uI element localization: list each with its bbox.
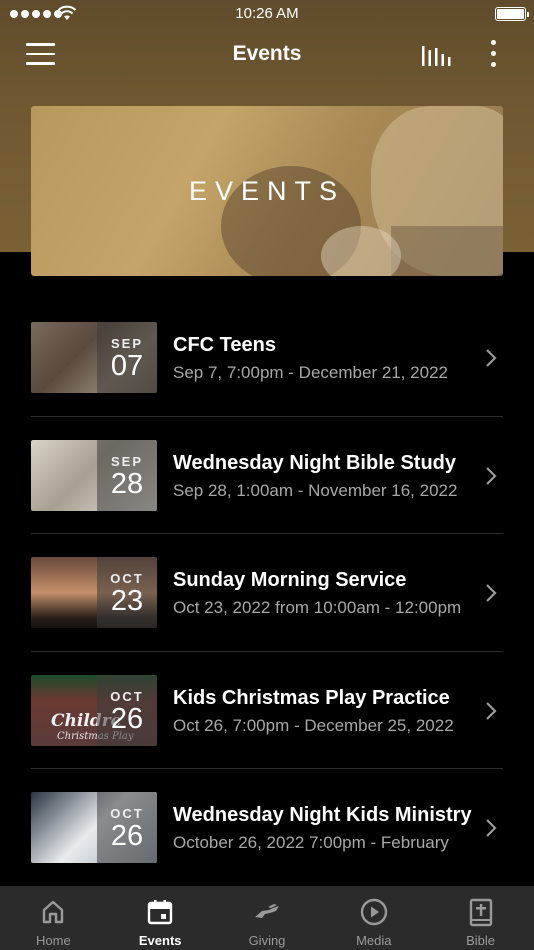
event-thumbnail: Childre Christmas Play OCT 26 xyxy=(31,674,157,746)
tab-bar: Home Events Giving Media Bible xyxy=(0,886,534,950)
tab-bible[interactable]: Bible xyxy=(427,886,534,950)
event-subtitle: Oct 26, 7:00pm - December 25, 2022 xyxy=(173,715,454,735)
tab-label: Bible xyxy=(466,933,496,948)
tab-home[interactable]: Home xyxy=(0,886,107,950)
tab-giving[interactable]: Giving xyxy=(214,886,321,950)
status-bar: 10:26 AM xyxy=(0,0,534,28)
event-day: 26 xyxy=(110,820,144,852)
event-row[interactable]: SEP 28 Wednesday Night Bible Study Sep 2… xyxy=(31,417,503,534)
tab-label: Giving xyxy=(248,933,286,948)
event-list: SEP 07 CFC Teens Sep 7, 7:00pm - Decembe… xyxy=(31,299,503,887)
date-badge: OCT 26 xyxy=(97,792,157,863)
event-day: 23 xyxy=(110,585,144,617)
bible-icon xyxy=(469,898,492,927)
chevron-right-icon xyxy=(486,701,497,720)
date-badge: SEP 07 xyxy=(97,322,157,393)
event-month: SEP xyxy=(110,336,143,351)
banner-title: EVENTS xyxy=(188,176,346,206)
event-row[interactable]: OCT 26 Wednesday Night Kids Ministry Oct… xyxy=(31,769,503,887)
play-circle-icon xyxy=(360,898,387,926)
event-title: Kids Christmas Play Practice xyxy=(173,686,450,709)
events-banner: EVENTS xyxy=(31,106,503,276)
chevron-right-icon xyxy=(486,819,497,837)
event-subtitle: Oct 23, 2022 from 10:00am - 12:00pm xyxy=(173,598,462,617)
event-row[interactable]: OCT 23 Sunday Morning Service Oct 23, 20… xyxy=(31,534,503,652)
status-time: 10:26 AM xyxy=(235,5,299,22)
giving-hand-icon xyxy=(254,904,279,918)
date-badge: SEP 28 xyxy=(97,439,157,511)
event-month: SEP xyxy=(110,453,143,469)
date-badge: OCT 26 xyxy=(97,674,157,746)
event-title: Wednesday Night Bible Study xyxy=(173,451,456,474)
event-thumbnail: OCT 26 xyxy=(31,792,157,863)
event-subtitle: Sep 7, 7:00pm - December 21, 2022 xyxy=(173,363,448,382)
chevron-right-icon xyxy=(486,466,497,485)
event-row[interactable]: SEP 07 CFC Teens Sep 7, 7:00pm - Decembe… xyxy=(31,299,503,417)
event-month: OCT xyxy=(110,571,144,586)
home-icon xyxy=(43,900,64,924)
page-title: Events xyxy=(232,42,302,65)
event-row[interactable]: Childre Christmas Play OCT 26 Kids Chris… xyxy=(31,652,503,769)
event-title: Sunday Morning Service xyxy=(173,569,407,591)
event-thumbnail: SEP 07 xyxy=(31,322,157,393)
event-day: 07 xyxy=(110,350,144,382)
more-options-icon[interactable] xyxy=(482,40,504,70)
event-subtitle: Sep 28, 1:00am - November 16, 2022 xyxy=(173,480,458,500)
event-thumbnail: OCT 23 xyxy=(31,557,157,628)
event-thumbnail: SEP 28 xyxy=(31,439,157,511)
date-badge: OCT 23 xyxy=(97,557,157,628)
event-title: Wednesday Night Kids Ministry xyxy=(173,804,472,826)
calendar-icon xyxy=(147,900,173,925)
tab-label: Events xyxy=(138,933,182,948)
chevron-right-icon xyxy=(486,584,497,602)
tab-label: Home xyxy=(36,933,71,948)
tab-events[interactable]: Events xyxy=(107,886,214,950)
event-title: CFC Teens xyxy=(173,334,276,356)
tab-media[interactable]: Media xyxy=(320,886,427,950)
event-month: OCT xyxy=(110,806,144,821)
event-month: OCT xyxy=(110,688,144,704)
event-day: 26 xyxy=(110,702,144,735)
nav-bar: Events xyxy=(0,30,534,80)
event-subtitle: October 26, 2022 7:00pm - February xyxy=(173,833,449,852)
battery-icon xyxy=(495,7,529,21)
audio-bars-icon[interactable] xyxy=(420,44,452,66)
tab-label: Media xyxy=(356,933,392,948)
chevron-right-icon xyxy=(486,349,497,367)
event-day: 28 xyxy=(110,467,144,500)
